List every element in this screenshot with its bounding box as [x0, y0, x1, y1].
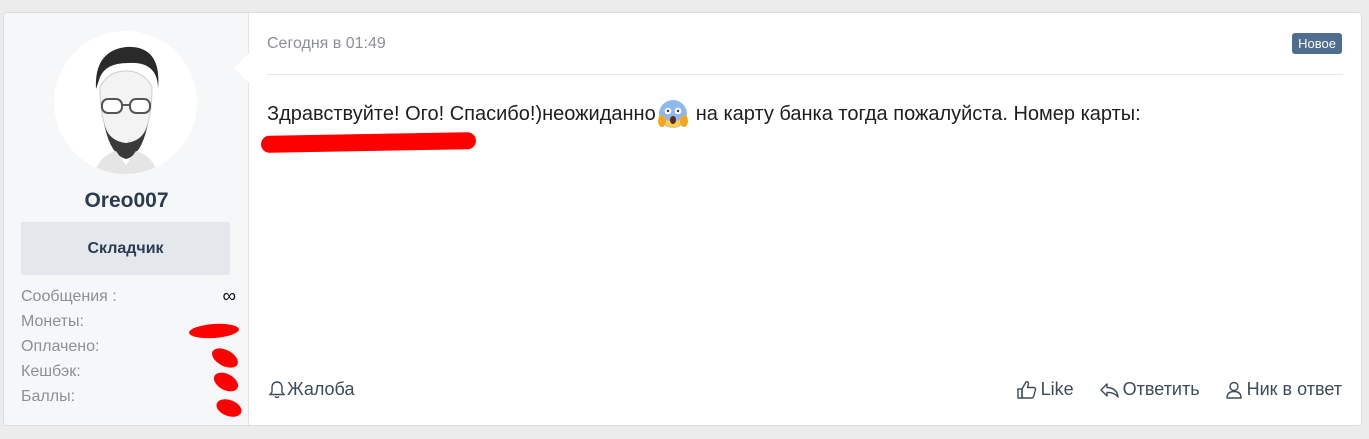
user-role-badge: Складчик — [21, 222, 230, 275]
divider — [267, 74, 1343, 75]
stat-label: Монеты: — [21, 313, 84, 330]
stat-messages: Сообщения : ∞ — [21, 286, 236, 311]
report-button[interactable]: Жалоба — [267, 379, 354, 400]
stat-label: Сообщения : — [21, 288, 117, 305]
stat-value: ∞ — [222, 286, 236, 307]
bell-icon — [268, 380, 286, 398]
stat-label: Оплачено: — [21, 338, 100, 355]
like-button[interactable]: Like — [1016, 379, 1074, 400]
user-info-panel: Oreo007 Складчик Сообщения : ∞ Монеты: О… — [4, 13, 249, 425]
message-text-part-1: Здравствуйте! Ого! Спасибо!)неожиданно — [267, 102, 656, 125]
redaction-mark — [260, 132, 477, 153]
mention-button[interactable]: Ник в ответ — [1224, 379, 1342, 400]
redaction-mark — [214, 396, 244, 420]
reply-icon — [1099, 382, 1119, 398]
post-card: Oreo007 Складчик Сообщения : ∞ Монеты: О… — [3, 12, 1362, 426]
post-actions: Like Ответить Ник в ответ — [1016, 379, 1342, 400]
user-stats: Сообщения : ∞ Монеты: Оплачено: Кешбэк: … — [21, 286, 244, 420]
avatar-illustration — [94, 46, 159, 174]
reply-button[interactable]: Ответить — [1098, 379, 1200, 400]
stat-label: Кешбэк: — [21, 363, 81, 380]
scream-emoji-icon — [657, 99, 688, 129]
like-label: Like — [1040, 379, 1074, 399]
user-icon — [1225, 381, 1242, 399]
post-main: Сегодня в 01:49 Новое Здравствуйте! Ого!… — [249, 13, 1361, 425]
stat-label: Баллы: — [21, 388, 76, 405]
new-badge: Новое — [1292, 33, 1342, 54]
stat-coins: Монеты: — [21, 311, 240, 340]
post-message: Здравствуйте! Ого! Спасибо!)неожиданно н… — [267, 99, 1141, 129]
panel-arrow — [234, 53, 249, 83]
username[interactable]: Oreo007 — [4, 189, 249, 213]
report-label: Жалоба — [287, 379, 355, 399]
reply-label: Ответить — [1122, 379, 1200, 399]
stat-cashback: Кешбэк: — [21, 361, 242, 396]
stat-points: Баллы: — [21, 386, 244, 420]
thumbs-up-icon — [1016, 380, 1036, 399]
post-date[interactable]: Сегодня в 01:49 — [267, 35, 386, 53]
mention-label: Ник в ответ — [1246, 379, 1342, 399]
stat-paid: Оплачено: — [21, 336, 242, 372]
message-text-part-2: на карту банка тогда пожалуйста. Номер к… — [695, 102, 1141, 125]
avatar[interactable] — [54, 31, 197, 174]
